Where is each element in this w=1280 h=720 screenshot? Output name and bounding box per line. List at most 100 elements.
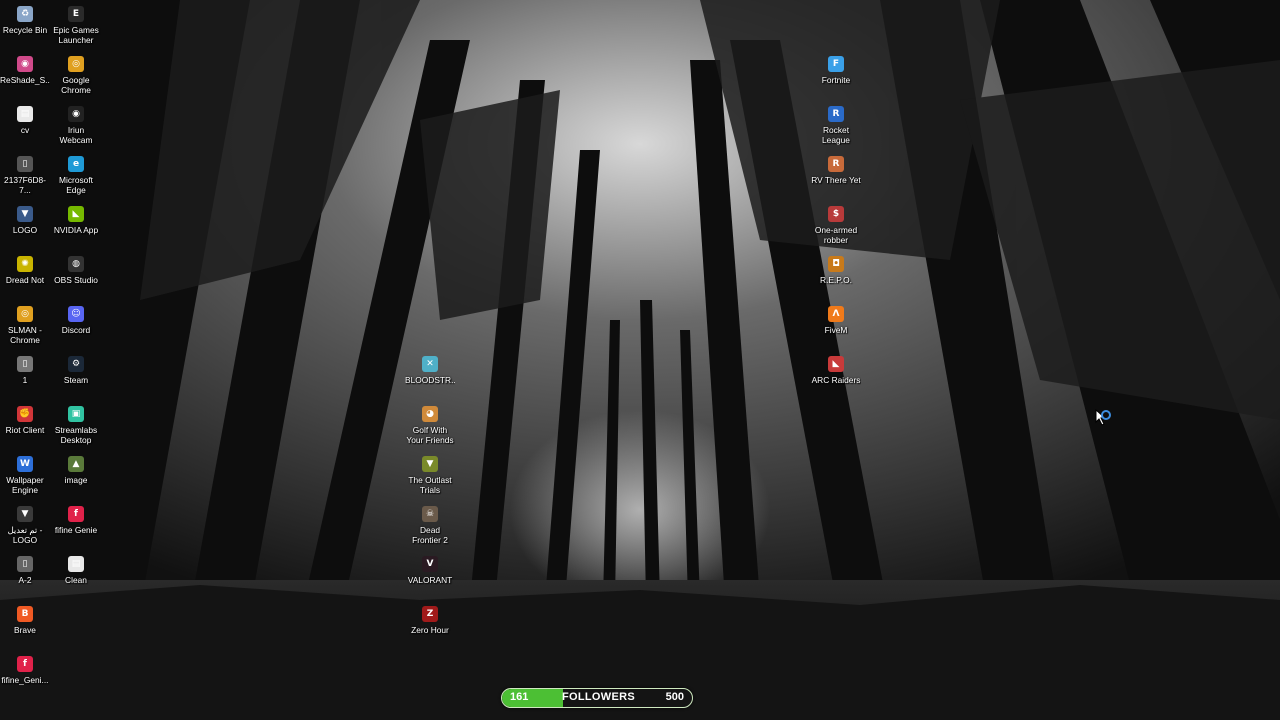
desktop-shortcut[interactable]: ▲ image: [51, 453, 101, 485]
desktop-shortcut-label: Epic Games Launcher: [53, 25, 99, 45]
desktop-shortcut-label: OBS Studio: [54, 275, 98, 285]
desktop-shortcut-label: Clean: [65, 575, 87, 585]
follower-goal-target: 500: [665, 691, 684, 703]
desktop-shortcut-label: fifine_Geni...: [1, 675, 49, 685]
desktop-shortcut-label: R.E.P.O.: [820, 275, 852, 285]
dread-not-icon: ✺: [17, 256, 33, 272]
desktop-shortcut-label: RV There Yet: [811, 175, 861, 185]
desktop-shortcut[interactable]: ☺ Discord: [51, 303, 101, 335]
desktop-shortcut[interactable]: ◣ ARC Raiders: [811, 353, 861, 385]
desktop-shortcut[interactable]: $ One-armed robber: [811, 203, 861, 245]
file-icon: ▯: [17, 156, 33, 172]
edge-icon: e: [68, 156, 84, 172]
desktop-shortcut-label: FiveM: [824, 325, 848, 335]
desktop-shortcut-label: 1: [22, 375, 28, 385]
nvidia-icon: ◣: [68, 206, 84, 222]
desktop-shortcut-label: A-2: [18, 575, 32, 585]
logo-icon: ▼: [17, 506, 33, 522]
webcam-icon: ◉: [68, 106, 84, 122]
desktop-shortcut[interactable]: Z Zero Hour: [405, 603, 455, 635]
desktop-shortcut[interactable]: ✺ Dread Not: [0, 253, 50, 285]
desktop-shortcut-label: Iriun Webcam: [59, 125, 93, 145]
follower-goal-widget: 161 FOLLOWERS 500: [501, 688, 693, 708]
follower-goal-title: FOLLOWERS: [562, 691, 635, 703]
busy-cursor-icon: [1095, 409, 1111, 426]
desktop-shortcut[interactable]: ◉ ReShade_S...: [0, 53, 50, 85]
golf-icon: ◕: [422, 406, 438, 422]
recycle-bin-icon: ♻: [17, 6, 33, 22]
logo-icon: ▼: [17, 206, 33, 222]
desktop-shortcut[interactable]: e Microsoft Edge: [51, 153, 101, 195]
epic-games-icon: E: [68, 6, 84, 22]
desktop-shortcut-label: One-armed robber: [814, 225, 858, 245]
desktop-shortcut[interactable]: ▤ Clean: [51, 553, 101, 585]
desktop-shortcut[interactable]: ✊ Riot Client: [0, 403, 50, 435]
desktop-shortcut[interactable]: ◕ Golf With Your Friends: [405, 403, 455, 445]
brave-icon: B: [17, 606, 33, 622]
image-icon: ▲: [68, 456, 84, 472]
desktop-shortcut[interactable]: W Wallpaper Engine: [0, 453, 50, 495]
desktop-shortcut[interactable]: f fifine_Geni...: [0, 653, 50, 685]
desktop-shortcut-label: Zero Hour: [411, 625, 449, 635]
desktop-shortcut-label: Steam: [63, 375, 89, 385]
desktop-shortcut[interactable]: Λ FiveM: [811, 303, 861, 335]
desktop-shortcut-label: image: [64, 475, 88, 485]
desktop-shortcut[interactable]: ♻ Recycle Bin: [0, 3, 50, 35]
desktop-shortcut[interactable]: f fifine Genie: [51, 503, 101, 535]
desktop-shortcut[interactable]: ▯ A-2: [0, 553, 50, 585]
reshade-icon: ◉: [17, 56, 33, 72]
fifine-icon: f: [17, 656, 33, 672]
desktop-shortcut-label: LOGO: [12, 225, 38, 235]
fortnite-icon: F: [828, 56, 844, 72]
desktop-shortcut[interactable]: R RV There Yet: [811, 153, 861, 185]
desktop-shortcut[interactable]: ☠ Dead Frontier 2: [405, 503, 455, 545]
desktop-shortcut-label: Fortnite: [821, 75, 851, 85]
steam-icon: ⚙: [68, 356, 84, 372]
desktop-shortcut[interactable]: ◣ NVIDIA App: [51, 203, 101, 235]
desktop-shortcut[interactable]: ✕ BLOODSTR...: [405, 353, 455, 385]
desktop-shortcut-label: Microsoft Edge: [59, 175, 93, 195]
desktop-shortcut[interactable]: ◉ Iriun Webcam: [51, 103, 101, 145]
desktop-shortcut[interactable]: ▼ The Outlast Trials: [405, 453, 455, 495]
desktop-shortcut-label: 2137F6D8-7...: [4, 175, 46, 195]
desktop-shortcut[interactable]: ▼ LOGO: [0, 203, 50, 235]
obs-icon: ◍: [68, 256, 84, 272]
rv-there-yet-icon: R: [828, 156, 844, 172]
desktop-shortcut-label: Recycle Bin: [2, 25, 48, 35]
file-icon: ▤: [68, 556, 84, 572]
desktop-shortcut[interactable]: ▼ تم تعديل - LOGO: [0, 503, 50, 545]
riot-client-icon: ✊: [17, 406, 33, 422]
desktop-shortcut[interactable]: ◎ Google Chrome: [51, 53, 101, 95]
desktop-shortcut-label: SLMAN - Chrome: [8, 325, 42, 345]
zero-hour-icon: Z: [422, 606, 438, 622]
repo-icon: ◘: [828, 256, 844, 272]
desktop-shortcut[interactable]: V VALORANT: [405, 553, 455, 585]
desktop-shortcut[interactable]: ◎ SLMAN - Chrome: [0, 303, 50, 345]
desktop-shortcut[interactable]: F Fortnite: [811, 53, 861, 85]
chrome-icon: ◎: [17, 306, 33, 322]
desktop-shortcut[interactable]: B Brave: [0, 603, 50, 635]
arc-raiders-icon: ◣: [828, 356, 844, 372]
fivem-icon: Λ: [828, 306, 844, 322]
one-armed-robber-icon: $: [828, 206, 844, 222]
desktop-shortcut[interactable]: R Rocket League: [811, 103, 861, 145]
desktop-shortcut-label: Google Chrome: [61, 75, 91, 95]
desktop-shortcut[interactable]: ⚙ Steam: [51, 353, 101, 385]
desktop-shortcut-label: Dread Not: [5, 275, 45, 285]
desktop-shortcut[interactable]: ▯ 1: [0, 353, 50, 385]
desktop-shortcut-label: VALORANT: [407, 575, 453, 585]
discord-icon: ☺: [68, 306, 84, 322]
desktop-shortcut[interactable]: ◘ R.E.P.O.: [811, 253, 861, 285]
desktop-shortcut-label: Riot Client: [5, 425, 45, 435]
forest-wallpaper: [0, 0, 1280, 720]
desktop-shortcut[interactable]: ▤ cv: [0, 103, 50, 135]
wallpaper-engine-icon: W: [17, 456, 33, 472]
desktop-shortcut[interactable]: ▣ Streamlabs Desktop: [51, 403, 101, 445]
desktop-shortcut[interactable]: ▯ 2137F6D8-7...: [0, 153, 50, 195]
file-icon: ▯: [17, 356, 33, 372]
desktop-shortcut-label: cv: [20, 125, 30, 135]
desktop-shortcut-label: ARC Raiders: [811, 375, 861, 385]
desktop-shortcut-label: Streamlabs Desktop: [54, 425, 98, 445]
desktop-shortcut[interactable]: ◍ OBS Studio: [51, 253, 101, 285]
desktop-shortcut[interactable]: E Epic Games Launcher: [51, 3, 101, 45]
